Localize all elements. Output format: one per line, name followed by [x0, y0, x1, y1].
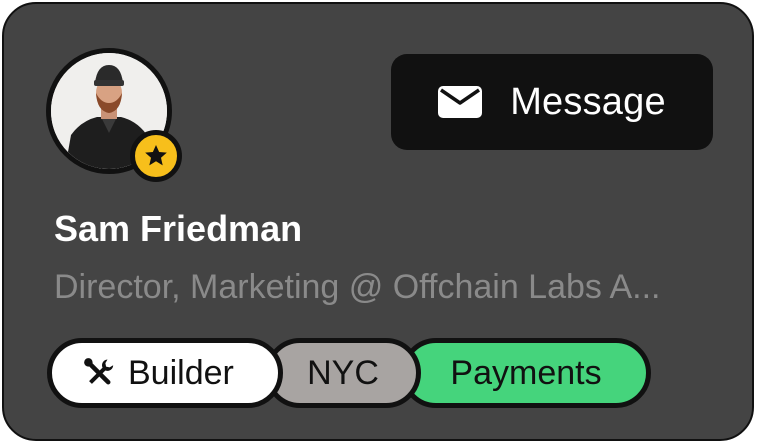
message-button[interactable]: Message [391, 54, 713, 150]
star-icon [145, 144, 167, 166]
message-button-label: Message [510, 80, 666, 123]
profile-title: Director, Marketing @ Offchain Labs A... [54, 268, 661, 306]
tag-nyc-label: NYC [307, 353, 379, 392]
tag-builder[interactable]: Builder [47, 338, 283, 408]
profile-name: Sam Friedman [54, 208, 303, 249]
avatar-container [46, 48, 182, 182]
envelope-icon [438, 86, 483, 118]
tools-icon [84, 358, 114, 385]
tag-builder-label: Builder [128, 353, 234, 392]
star-badge [130, 130, 182, 182]
tag-nyc[interactable]: NYC [265, 338, 421, 408]
tag-payments-label: Payments [450, 353, 602, 392]
tag-payments[interactable]: Payments [401, 338, 651, 408]
profile-card: Message Sam Friedman Director, Marketing… [2, 2, 754, 441]
